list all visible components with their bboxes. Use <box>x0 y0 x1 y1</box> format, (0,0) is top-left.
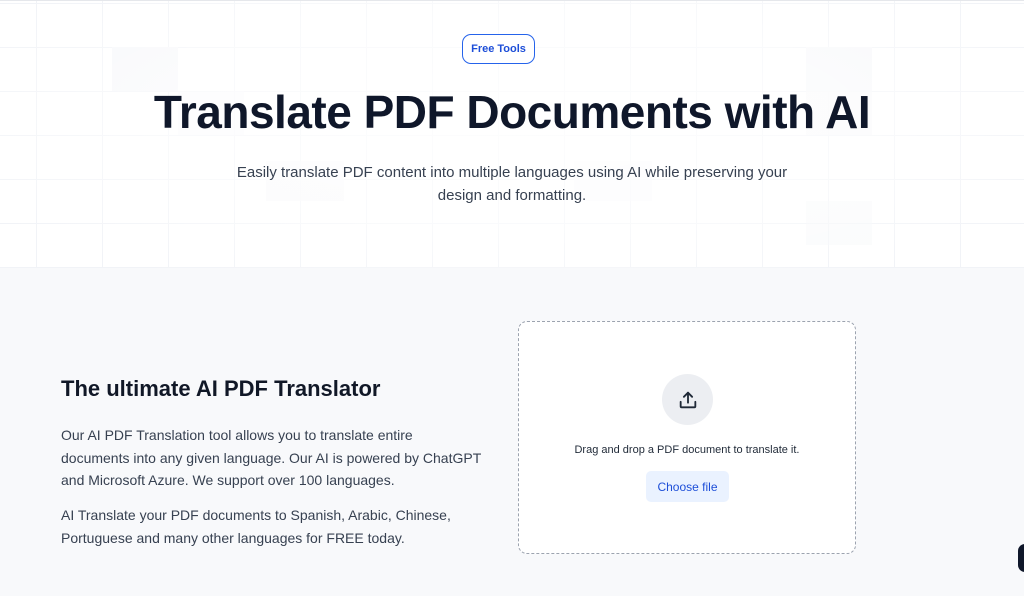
section-title: The ultimate AI PDF Translator <box>61 376 381 401</box>
description-paragraph-2: AI Translate your PDF documents to Spani… <box>61 507 451 546</box>
chat-widget-button[interactable] <box>1018 544 1024 572</box>
choose-file-button[interactable]: Choose file <box>646 471 729 502</box>
description-paragraph-1: Our AI PDF Translation tool allows you t… <box>61 427 481 488</box>
translator-section: The ultimate AI PDF Translator Our AI PD… <box>0 268 1024 596</box>
page-title: Translate PDF Documents with AI <box>153 86 871 138</box>
subtitle-line-2: design and formatting. <box>437 187 587 204</box>
upload-icon <box>662 374 713 425</box>
free-tools-badge[interactable]: Free Tools <box>462 34 535 64</box>
hero-section: Free Tools Translate PDF Documents with … <box>0 0 1024 268</box>
subtitle-line-1: Easily translate PDF content into multip… <box>236 164 788 181</box>
pdf-dropzone[interactable]: Drag and drop a PDF document to translat… <box>518 321 856 554</box>
dropzone-instruction: Drag and drop a PDF document to translat… <box>574 444 800 456</box>
page-subtitle: Easily translate PDF content into multip… <box>192 161 832 207</box>
